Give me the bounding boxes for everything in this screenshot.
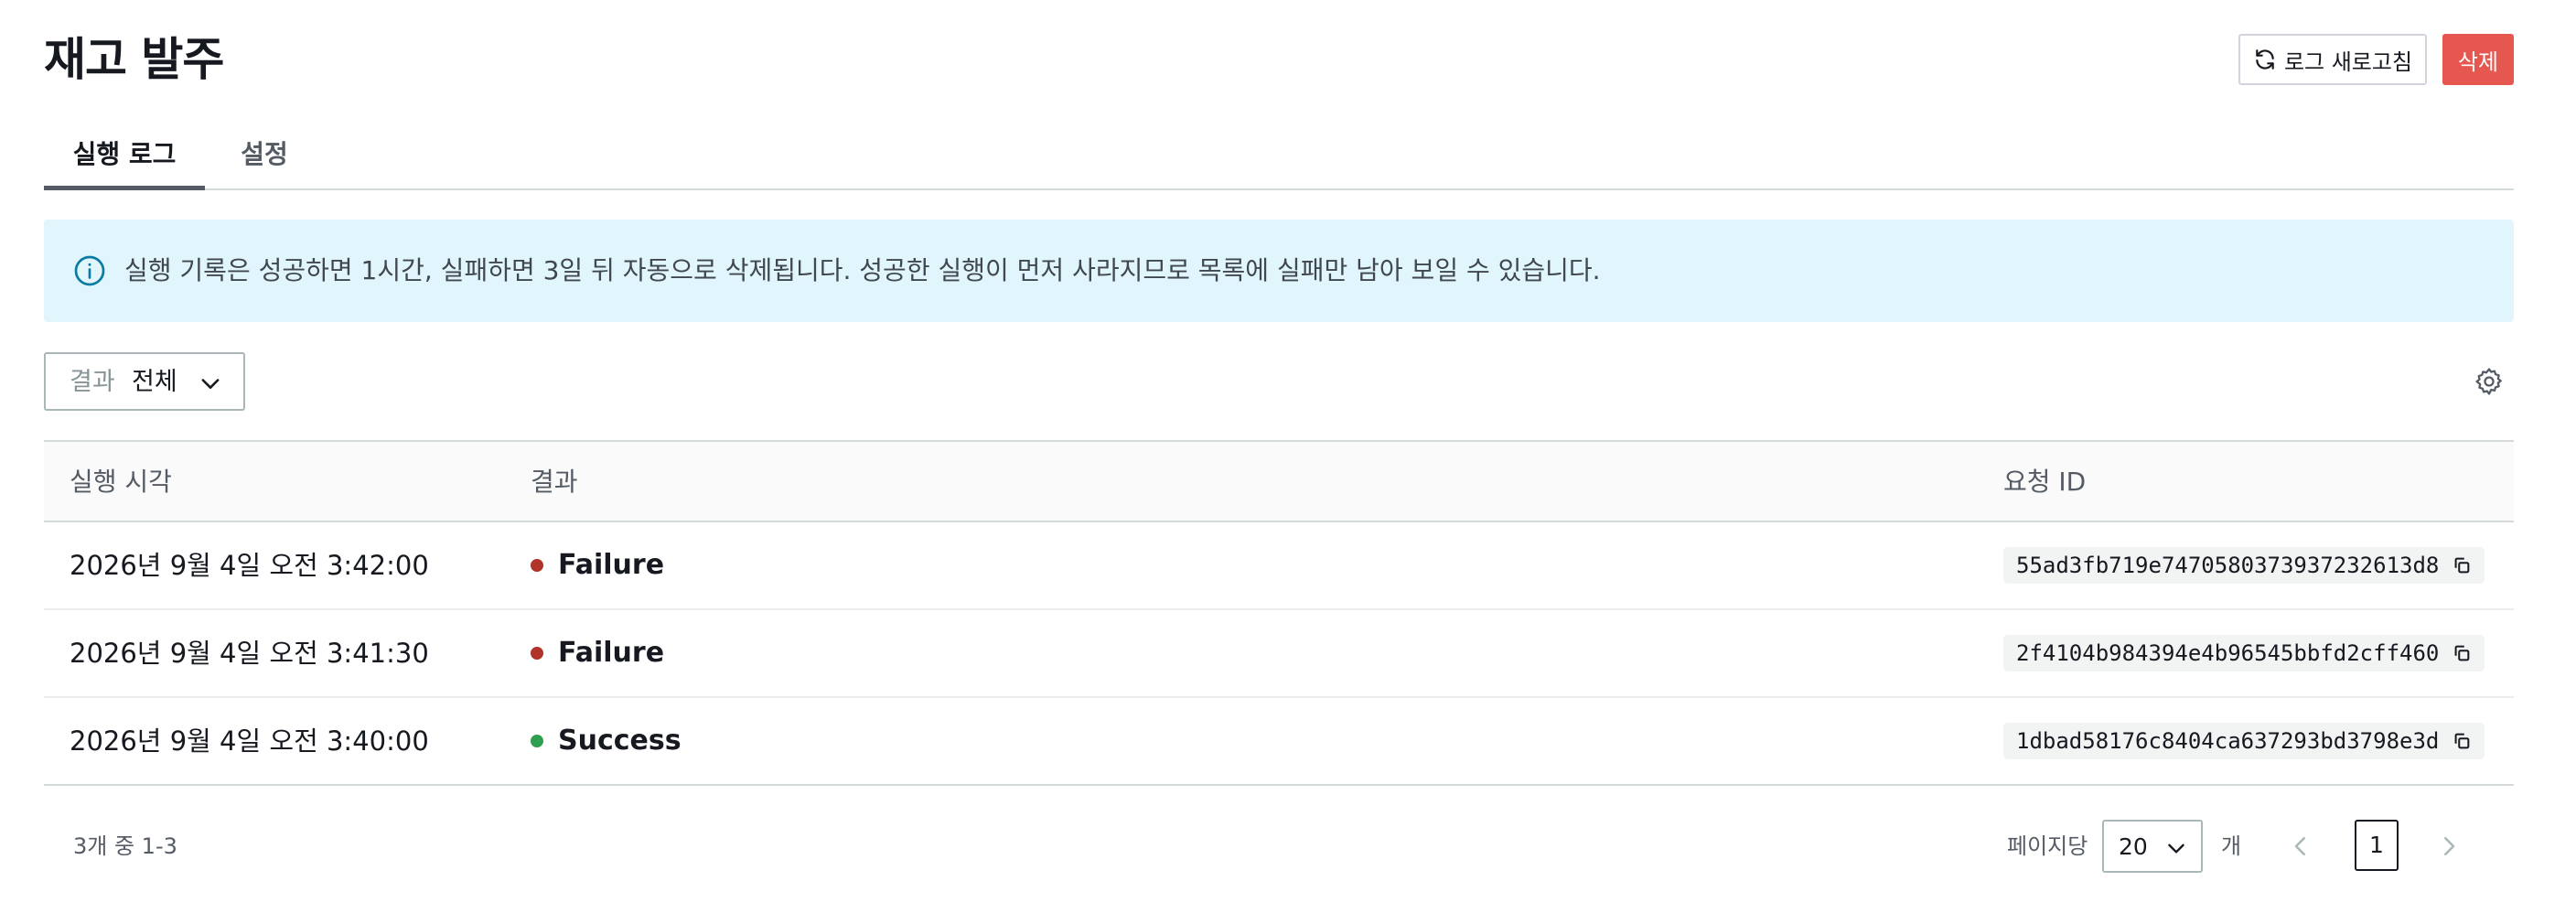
tab-bar: 실행 로그 설정 (44, 126, 2514, 190)
column-header-result[interactable]: 결과 (531, 442, 578, 522)
logs-table: 실행 시각 결과 요청 ID 2026년 9월 4일 오전 3:42:00 Fa… (44, 440, 2514, 786)
page: 재고 발주 로그 새로고침 삭제 실행 로그 설정 실행 기록은 성공하면 1시… (44, 0, 2514, 924)
result-filter-select[interactable]: 결과 전체 (44, 352, 245, 411)
refresh-logs-label: 로그 새로고침 (2283, 48, 2413, 75)
table-row: 2026년 9월 4일 오전 3:41:30 Failure 2f4104b98… (44, 610, 2514, 698)
column-header-request-id[interactable]: 요청 ID (2003, 442, 2086, 522)
cell-time: 2026년 9월 4일 오전 3:40:00 (70, 725, 429, 757)
tab-execution-logs[interactable]: 실행 로그 (44, 126, 205, 190)
page-button-current[interactable]: 1 (2355, 820, 2399, 871)
status-dot (531, 735, 543, 747)
chevron-down-icon (201, 379, 220, 389)
page-header: 재고 발주 로그 새로고침 삭제 (44, 27, 2514, 91)
per-page-unit: 개 (2221, 833, 2242, 859)
info-icon (74, 255, 105, 286)
copy-icon[interactable] (2452, 731, 2472, 751)
info-banner-text: 실행 기록은 성공하면 1시간, 실패하면 3일 뒤 자동으로 삭제됩니다. 성… (124, 255, 1601, 285)
result-filter-label: 결과 (70, 368, 115, 396)
status-dot (531, 559, 543, 572)
request-id-badge: 55ad3fb719e7470580373937232613d8 (2003, 547, 2485, 584)
request-id-text: 1dbad58176c8404ca637293bd3798e3d (2016, 728, 2440, 754)
per-page-select[interactable]: 20 (2102, 820, 2203, 873)
result-range-text: 3개 중 1-3 (73, 833, 177, 859)
copy-icon[interactable] (2452, 555, 2472, 575)
status-dot (531, 647, 543, 660)
status-label: Failure (558, 637, 665, 669)
chevron-down-icon (2168, 843, 2184, 854)
status-label: Success (558, 725, 682, 757)
cell-result: Failure (531, 610, 664, 696)
request-id-badge: 2f4104b984394e4b96545bbfd2cff460 (2003, 635, 2485, 672)
status-label: Failure (558, 549, 665, 581)
refresh-icon (2256, 49, 2274, 70)
per-page-label: 페이지당 (2007, 833, 2088, 859)
page-title: 재고 발주 (44, 33, 224, 86)
result-filter-value: 전체 (132, 368, 177, 396)
refresh-logs-button[interactable]: 로그 새로고침 (2238, 34, 2427, 85)
per-page-value: 20 (2119, 833, 2148, 860)
tab-settings[interactable]: 설정 (232, 126, 296, 190)
chevron-left-icon[interactable] (2287, 833, 2314, 860)
request-id-text: 2f4104b984394e4b96545bbfd2cff460 (2016, 640, 2440, 666)
table-row: 2026년 9월 4일 오전 3:42:00 Failure 55ad3fb71… (44, 522, 2514, 610)
cell-time: 2026년 9월 4일 오전 3:42:00 (70, 550, 429, 581)
delete-button[interactable]: 삭제 (2442, 34, 2514, 85)
header-actions: 로그 새로고침 삭제 (2238, 34, 2514, 85)
request-id-text: 55ad3fb719e7470580373937232613d8 (2016, 553, 2440, 578)
info-banner: 실행 기록은 성공하면 1시간, 실패하면 3일 뒤 자동으로 삭제됩니다. 성… (44, 220, 2514, 322)
cell-result: Success (531, 698, 682, 784)
request-id-badge: 1dbad58176c8404ca637293bd3798e3d (2003, 723, 2485, 759)
cell-result: Failure (531, 522, 664, 608)
gear-icon[interactable] (2474, 366, 2505, 397)
table-header: 실행 시각 결과 요청 ID (44, 440, 2514, 522)
table-footer: 3개 중 1-3 페이지당 20 개 1 (44, 818, 2514, 875)
column-header-time[interactable]: 실행 시각 (70, 442, 172, 522)
table-row: 2026년 9월 4일 오전 3:40:00 Success 1dbad5817… (44, 698, 2514, 786)
chevron-right-icon[interactable] (2435, 833, 2463, 860)
cell-time: 2026년 9월 4일 오전 3:41:30 (70, 638, 429, 669)
copy-icon[interactable] (2452, 643, 2472, 663)
